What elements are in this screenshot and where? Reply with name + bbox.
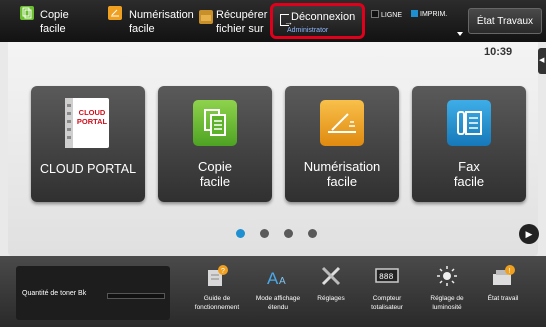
page-dot-4[interactable]: [308, 229, 317, 238]
top-bar: Copie facile Numérisation facile Récupér…: [0, 0, 546, 42]
job-status-icon: !: [491, 264, 515, 288]
tile-label: Numérisation facile: [303, 159, 381, 189]
logout-label: Déconnexion: [291, 11, 356, 23]
side-panel-tab[interactable]: ◀: [538, 48, 546, 74]
print-status: IMPRIM.: [411, 10, 447, 18]
play-icon: ▶: [525, 228, 533, 239]
brightness-button[interactable]: Réglage de luminosité: [419, 260, 475, 324]
scan-icon[interactable]: [108, 6, 122, 20]
tile-easy-copy[interactable]: Copie facile: [158, 86, 272, 202]
page-dot-1[interactable]: [236, 229, 245, 238]
fax-icon: [447, 100, 491, 146]
logged-in-user: Administrator: [287, 27, 329, 34]
svg-text:?: ?: [221, 268, 225, 275]
brightness-icon: [435, 264, 459, 288]
counter-button[interactable]: 888 Compteur totalisateur: [359, 260, 415, 324]
touch-panel-screen: Copie facile Numérisation facile Récupér…: [0, 0, 546, 327]
tile-easy-fax[interactable]: Fax facile: [412, 86, 526, 202]
job-status-button[interactable]: État Travaux: [468, 8, 542, 34]
line-status: LIGNE: [371, 10, 402, 19]
page-dot-3[interactable]: [284, 229, 293, 238]
toner-level-bar: [107, 293, 165, 299]
tile-label: Fax facile: [453, 159, 485, 189]
settings-button[interactable]: Réglages: [303, 260, 359, 324]
toner-status: Quantité de toner Bk: [16, 266, 170, 320]
guide-icon: ?: [205, 264, 229, 288]
svg-text:888: 888: [379, 273, 394, 282]
toner-label: Quantité de toner Bk: [22, 290, 87, 297]
display-mode-button[interactable]: AA Mode affichage étendu: [250, 260, 306, 324]
dropdown-arrow-icon[interactable]: [457, 32, 463, 36]
scan-icon: [320, 100, 364, 146]
logout-button[interactable]: → Déconnexion Administrator: [270, 3, 365, 39]
svg-text:A: A: [279, 276, 286, 287]
tile-label: Copie facile: [198, 159, 232, 189]
copy-icon[interactable]: [20, 6, 34, 20]
print-indicator-icon: [411, 10, 418, 17]
job-status-bottom-button[interactable]: ! État travail: [475, 260, 531, 324]
settings-icon: [319, 264, 343, 288]
next-page-button[interactable]: ▶: [519, 224, 539, 244]
shortcut-copy-label[interactable]: Copie facile: [40, 8, 69, 36]
folder-icon[interactable]: [199, 10, 213, 24]
cloud-portal-icon: CLOUD PORTAL: [65, 98, 109, 148]
shortcut-scan-label[interactable]: Numérisation facile: [129, 8, 194, 36]
tile-easy-scan[interactable]: Numérisation facile: [285, 86, 399, 202]
svg-text:A: A: [267, 269, 279, 288]
clock: 10:39: [484, 46, 513, 58]
chevron-left-icon: ◀: [539, 57, 545, 64]
cloud-portal-logo-text: CLOUD PORTAL: [76, 108, 108, 126]
line-indicator-icon: [371, 10, 379, 18]
guide-button[interactable]: ? Guide de fonctionnement: [189, 260, 245, 324]
page-dot-2[interactable]: [260, 229, 269, 238]
counter-icon: 888: [375, 264, 399, 288]
shortcut-retrieve-label[interactable]: Récupérer fichier sur: [216, 8, 267, 36]
copy-icon: [193, 100, 237, 146]
display-mode-icon: AA: [266, 264, 290, 288]
svg-text:!: !: [509, 268, 511, 275]
tile-cloud-portal[interactable]: CLOUD PORTAL CLOUD PORTAL: [31, 86, 145, 202]
tile-label: CLOUD PORTAL: [39, 162, 137, 176]
